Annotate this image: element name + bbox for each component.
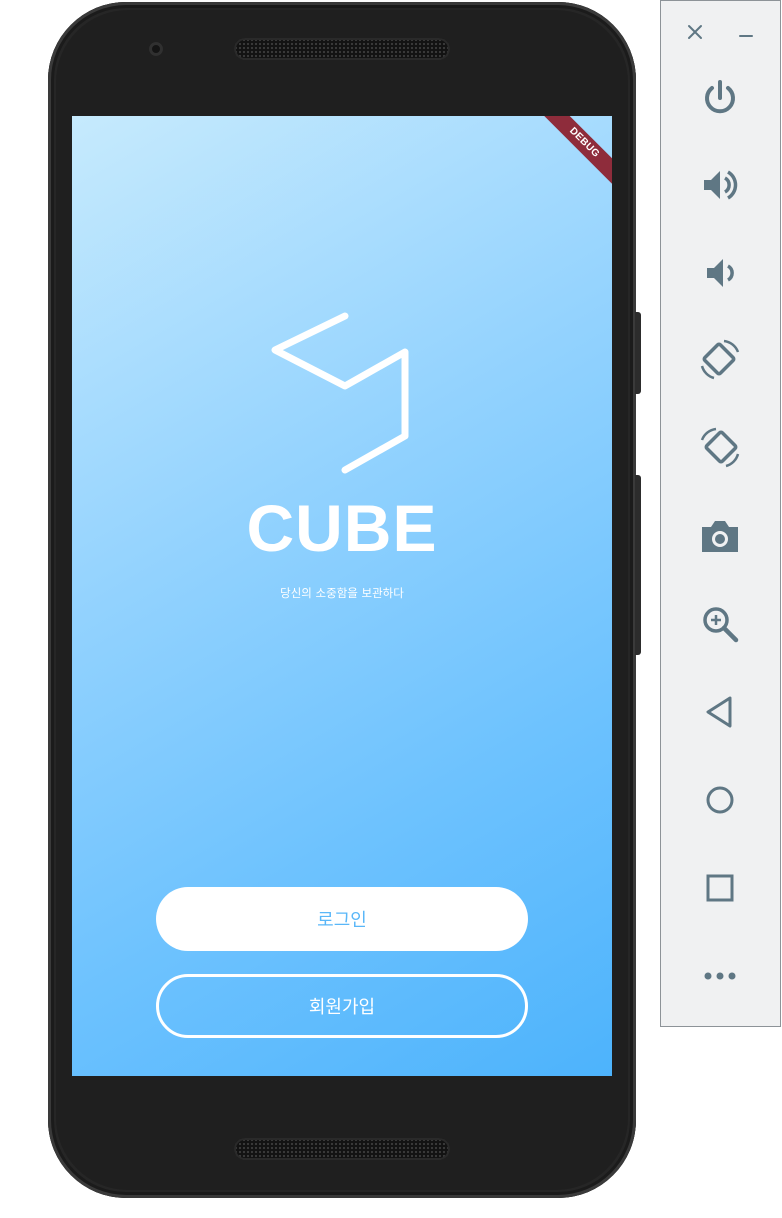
power-button[interactable]: [694, 72, 746, 124]
brand-title: CUBE: [246, 491, 438, 565]
rotate-left-icon: [700, 339, 740, 380]
top-speaker-grille: [234, 38, 450, 60]
overview-button[interactable]: [694, 862, 746, 914]
emulator-toolbar: [660, 0, 781, 1027]
login-button[interactable]: 로그인: [156, 887, 528, 951]
zoom-in-icon: [703, 607, 739, 643]
camera-icon: [702, 521, 738, 552]
home-icon: [706, 786, 734, 814]
overview-icon: [706, 874, 734, 902]
rotate-right-button[interactable]: [694, 422, 746, 474]
power-icon: [705, 80, 735, 114]
hardware-power-key[interactable]: [635, 312, 641, 394]
rotate-left-button[interactable]: [694, 334, 746, 386]
rotate-right-icon: [700, 427, 740, 468]
home-button[interactable]: [694, 774, 746, 826]
close-icon[interactable]: [684, 21, 706, 43]
front-camera: [149, 42, 163, 56]
back-button[interactable]: [694, 686, 746, 738]
screenshot-button[interactable]: [694, 510, 746, 562]
volume-up-icon: [704, 170, 738, 200]
toolbar-window-controls: [661, 15, 780, 47]
zoom-button[interactable]: [694, 598, 746, 650]
debug-banner: DEBUG: [538, 116, 612, 189]
hardware-volume-keys[interactable]: [635, 475, 641, 655]
cube-logo-icon: [271, 312, 409, 474]
bottom-speaker-grille: [234, 1138, 450, 1160]
more-icon: [704, 972, 736, 980]
app-screen: DEBUG CUBE 당신의 소중함을 보관하다 로그인 회원가입: [72, 116, 612, 1076]
minimize-icon[interactable]: [737, 21, 755, 43]
more-button[interactable]: [694, 950, 746, 1002]
volume-up-button[interactable]: [694, 159, 746, 211]
volume-down-icon: [707, 259, 734, 287]
signup-button[interactable]: 회원가입: [156, 974, 528, 1038]
volume-down-button[interactable]: [694, 247, 746, 299]
tagline: 당신의 소중함을 보관하다: [280, 586, 404, 600]
back-icon: [706, 696, 732, 728]
